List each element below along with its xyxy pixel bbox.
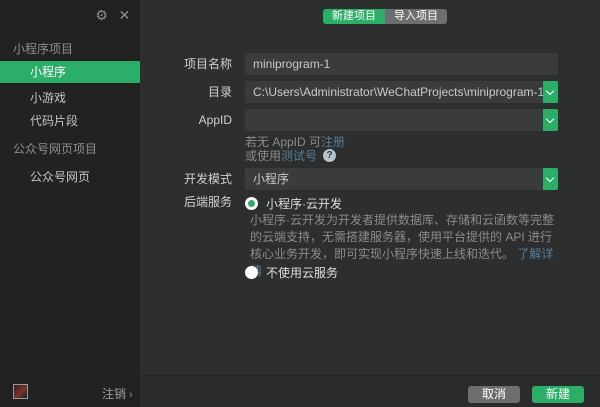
sidebar-item-miniprogram[interactable]: 小程序 [0, 61, 140, 83]
create-button[interactable]: 新建 [532, 386, 584, 403]
project-name-input[interactable] [245, 53, 558, 75]
gear-icon[interactable]: ⚙ [94, 8, 109, 23]
radio-selected-icon[interactable] [245, 197, 258, 210]
dev-mode-label: 开发模式 [150, 168, 232, 190]
appid-dropdown-button[interactable] [543, 109, 558, 131]
project-tabbar: 新建项目 导入项目 [323, 9, 447, 24]
help-icon[interactable]: ? [323, 149, 336, 162]
avatar[interactable] [13, 384, 28, 399]
test-account-link[interactable]: 测试号 [281, 147, 317, 164]
chevron-down-icon [546, 174, 554, 182]
sidebar-item-official-webpage[interactable]: 公众号网页 [0, 166, 140, 188]
logout-link[interactable]: 注销› [102, 385, 133, 402]
sidebar-item-code-snippet[interactable]: 代码片段 [0, 110, 140, 132]
directory-label: 目录 [150, 81, 232, 103]
test-hint-text: 或使用 [245, 147, 281, 164]
sidebar-item-minigame[interactable]: 小游戏 [0, 87, 140, 109]
appid-testaccount-hint: 或使用 测试号 ? [245, 147, 336, 164]
new-project-window: ⚙ ✕ 小程序项目 小程序 小游戏 代码片段 公众号网页项目 公众号网页 注销›… [0, 0, 600, 407]
sidebar-section-miniprogram-projects: 小程序项目 [13, 40, 73, 57]
backend-cloud-label: 小程序·云开发 [266, 195, 342, 212]
dialog-footer: 取消 新建 [140, 375, 600, 407]
dev-mode-value: 小程序 [245, 168, 543, 190]
backend-none-label: 不使用云服务 [266, 264, 338, 281]
dev-mode-select[interactable]: 小程序 [245, 168, 558, 190]
directory-dropdown-button[interactable] [543, 81, 558, 103]
directory-value: C:\Users\Administrator\WeChatProjects\mi… [245, 81, 543, 103]
logout-label: 注销 [102, 387, 126, 401]
cancel-button[interactable]: 取消 [468, 386, 520, 403]
directory-select[interactable]: C:\Users\Administrator\WeChatProjects\mi… [245, 81, 558, 103]
backend-option-none[interactable]: 不使用云服务 [245, 264, 338, 281]
radio-unselected-icon[interactable] [245, 266, 258, 279]
cloud-description-text: 小程序·云开发为开发者提供数据库、存储和云函数等完整的云端支持，无需搭建服务器，… [250, 213, 554, 261]
chevron-down-icon [546, 115, 554, 123]
tab-new-project[interactable]: 新建项目 [323, 9, 385, 24]
appid-label: AppID [150, 109, 232, 131]
sidebar-section-official-account: 公众号网页项目 [13, 140, 97, 157]
sidebar: ⚙ ✕ 小程序项目 小程序 小游戏 代码片段 公众号网页项目 公众号网页 注销› [0, 0, 140, 407]
project-name-field[interactable] [245, 53, 558, 75]
backend-option-cloud[interactable]: 小程序·云开发 [245, 195, 342, 212]
chevron-down-icon [546, 87, 554, 95]
project-name-label: 项目名称 [150, 53, 232, 75]
close-icon[interactable]: ✕ [117, 8, 132, 23]
main-panel: 新建项目 导入项目 项目名称 目录 C:\Users\Administrator… [140, 0, 600, 407]
chevron-right-icon: › [129, 389, 133, 401]
dev-mode-dropdown-button[interactable] [543, 168, 558, 190]
backend-service-label: 后端服务 [150, 191, 232, 213]
sidebar-toolbar: ⚙ ✕ [94, 8, 132, 23]
appid-value [245, 109, 543, 131]
appid-select[interactable] [245, 109, 558, 131]
tab-import-project[interactable]: 导入项目 [385, 9, 447, 24]
